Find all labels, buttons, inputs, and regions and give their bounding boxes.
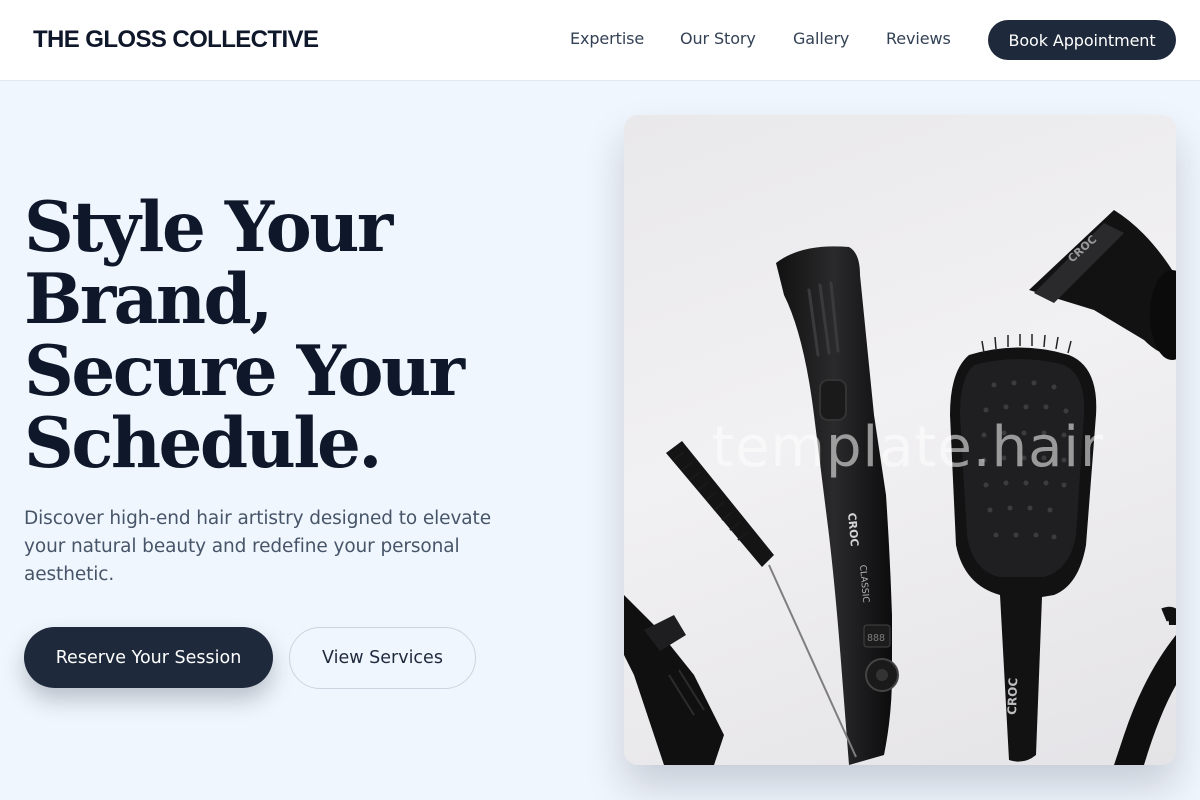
hero-description: Discover high-end hair artistry designed… [24,508,491,585]
paddle-brush: CROC [950,334,1097,762]
temperature-display: 888 [867,633,885,644]
reserve-session-button[interactable]: Reserve Your Session [24,627,273,688]
hero-title: Style Your Brand, Secure Your Schedule. [24,187,465,484]
nav-link-expertise[interactable]: Expertise [570,29,644,48]
view-services-button[interactable]: View Services [289,627,476,689]
hero-title-line: Style Your [24,187,393,268]
flat-iron: CROC CLASSIC 888 [776,246,899,765]
croc-mark: CROC [1005,677,1020,715]
nav-link-gallery[interactable]: Gallery [793,29,849,48]
hair-clip [624,595,724,765]
brand-logo[interactable]: THE GLOSS COLLECTIVE [33,26,319,54]
hero-title-line: Brand, [24,259,273,340]
book-appointment-button[interactable]: Book Appointment [988,20,1176,60]
hero-image: CROC CROC CLASSIC 888 CROC template.hair [624,115,1176,765]
hero-title-line: Schedule. [24,403,382,484]
nav-link-our-story[interactable]: Our Story [680,29,756,48]
nav-link-reviews[interactable]: Reviews [886,29,951,48]
site-header: THE GLOSS COLLECTIVE Expertise Our Story… [0,0,1200,81]
hair-dryer: CROC [1029,210,1176,360]
image-watermark: template.hair [712,415,1104,480]
hero-title-line: Secure Your [24,331,465,412]
curling-iron-cord [1114,606,1176,765]
